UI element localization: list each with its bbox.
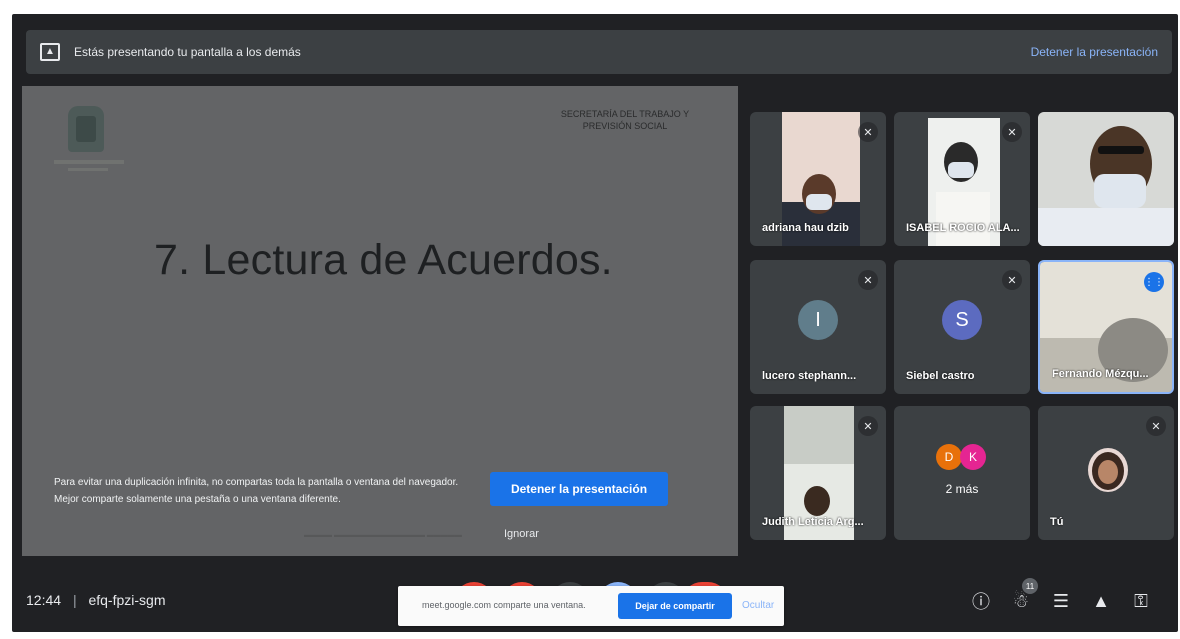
more-participants-label: 2 más — [945, 482, 979, 496]
presenting-banner: ▲ Estás presentando tu pantalla a los de… — [26, 30, 1172, 74]
participant-tile[interactable]: I ✕ lucero stephann... — [750, 260, 886, 394]
mic-off-icon: ✕ — [858, 270, 878, 290]
participant-name: adriana hau dzib — [762, 222, 849, 234]
government-logo — [54, 102, 124, 182]
participant-name: Judith Leticia Arg... — [762, 516, 864, 528]
stop-presentation-button[interactable]: Detener la presentación — [490, 472, 668, 506]
participant-avatar: K — [960, 444, 986, 470]
infinite-mirror-warning: Para evitar una duplicación infinita, no… — [54, 477, 459, 505]
meeting-info: 12:44 | efq-fpzi-sgm — [26, 592, 166, 608]
participant-name: ISABEL ROCIO ALA... — [906, 222, 1020, 234]
participant-tile-speaking[interactable]: ⋮⋮ Fernando Mézqu... — [1038, 260, 1174, 394]
shared-presentation: SECRETARÍA DEL TRABAJO Y PREVISIÓN SOCIA… — [22, 86, 738, 556]
screen-share-notification: meet.google.com comparte una ventana. De… — [398, 586, 784, 626]
bottom-toolbar: 12:44 | efq-fpzi-sgm meet.google.com com… — [12, 574, 1178, 632]
participant-avatar: D — [936, 444, 962, 470]
stop-presenting-link[interactable]: Detener la presentación — [1031, 45, 1158, 59]
participant-name: Tú — [1050, 516, 1064, 528]
participant-tile[interactable]: ✕ ISABEL ROCIO ALA... — [894, 112, 1030, 246]
slide-footer: ▬▬▬▬ ▬▬▬▬▬▬▬▬▬▬▬▬▬ ▬▬▬▬▬ — [304, 532, 462, 539]
more-participants-tile[interactable]: D K 2 más — [894, 406, 1030, 540]
participant-count-badge: 11 — [1022, 578, 1038, 594]
ignore-button[interactable]: Ignorar — [504, 528, 539, 540]
meet-window: ▲ Estás presentando tu pantalla a los de… — [12, 14, 1178, 632]
participant-avatar: S — [942, 300, 982, 340]
slide-title: 7. Lectura de Acuerdos. — [154, 236, 613, 284]
host-controls-icon[interactable]: ⚿ — [1128, 588, 1154, 614]
info-icon[interactable]: ⓘ — [968, 588, 994, 614]
present-screen-icon: ▲ — [40, 43, 60, 61]
clock-time: 12:44 — [26, 592, 62, 608]
participant-tile[interactable]: ✕ adriana hau dzib — [750, 112, 886, 246]
hide-notification-button[interactable]: Ocultar — [742, 600, 774, 611]
participant-tile[interactable] — [1038, 112, 1174, 246]
participant-name: Siebel castro — [906, 370, 975, 382]
speaking-indicator-icon: ⋮⋮ — [1144, 272, 1164, 292]
slide-organization: SECRETARÍA DEL TRABAJO Y PREVISIÓN SOCIA… — [560, 109, 690, 131]
presenting-banner-text: Estás presentando tu pantalla a los demá… — [74, 45, 301, 59]
participant-name: Fernando Mézqu... — [1052, 368, 1149, 380]
mic-off-icon: ✕ — [858, 122, 878, 142]
stop-sharing-button[interactable]: Dejar de compartir — [618, 593, 732, 619]
share-notification-text: meet.google.com comparte una ventana. — [422, 600, 586, 610]
mic-off-icon: ✕ — [1002, 122, 1022, 142]
meeting-code: efq-fpzi-sgm — [88, 592, 166, 608]
participant-name: lucero stephann... — [762, 370, 857, 382]
participant-tile[interactable]: S ✕ Siebel castro — [894, 260, 1030, 394]
mic-off-icon: ✕ — [1002, 270, 1022, 290]
chat-icon[interactable]: ☰ — [1048, 588, 1074, 614]
mic-off-icon: ✕ — [858, 416, 878, 436]
participant-avatar: I — [798, 300, 838, 340]
self-tile[interactable]: ✕ Tú — [1038, 406, 1174, 540]
participant-tile[interactable]: ✕ Judith Leticia Arg... — [750, 406, 886, 540]
activities-icon[interactable]: ▲ — [1088, 588, 1114, 614]
mic-off-icon: ✕ — [1146, 416, 1166, 436]
